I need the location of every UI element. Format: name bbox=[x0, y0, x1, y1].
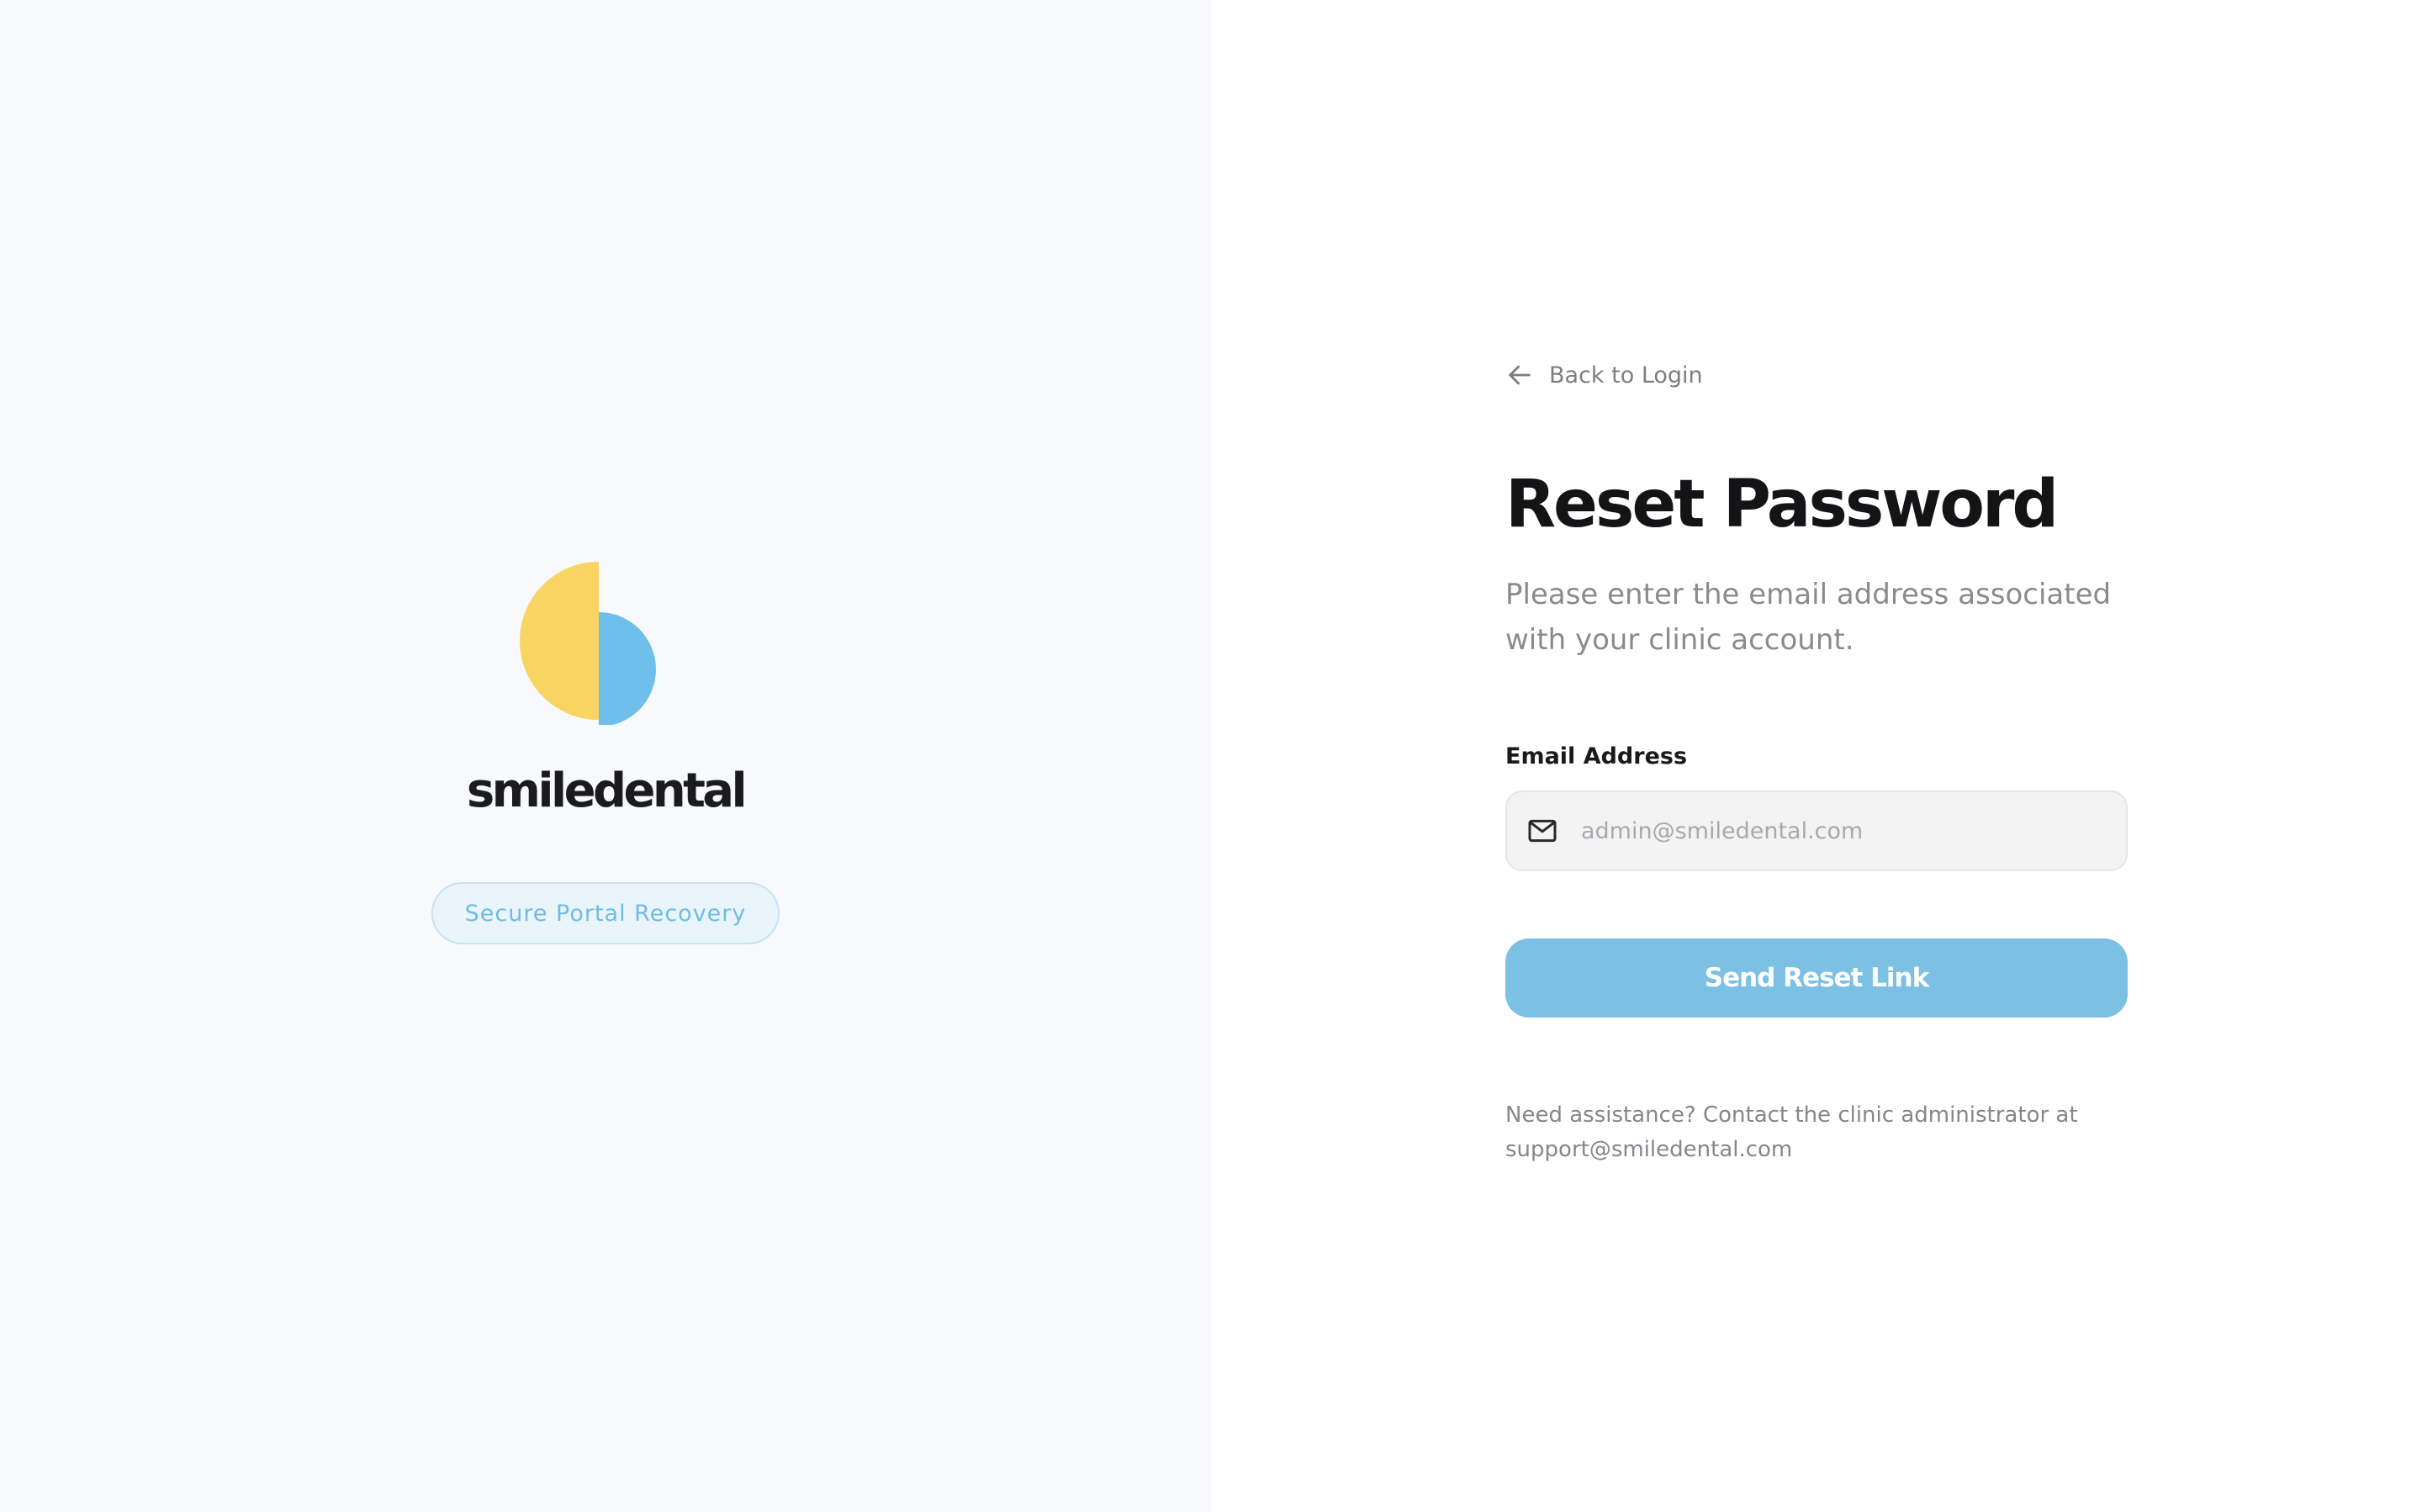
back-to-login-label: Back to Login bbox=[1549, 362, 1703, 389]
send-reset-link-button[interactable]: Send Reset Link bbox=[1505, 938, 2128, 1018]
email-field[interactable] bbox=[1505, 790, 2128, 871]
mail-icon bbox=[1528, 819, 1557, 843]
email-input[interactable] bbox=[1581, 806, 2102, 856]
email-field-label: Email Address bbox=[1505, 743, 1688, 769]
help-text: Need assistance? Contact the clinic admi… bbox=[1505, 1102, 2078, 1162]
page-title: Reset Password bbox=[1505, 467, 2059, 542]
page-subtitle: Please enter the email address associate… bbox=[1505, 578, 2112, 657]
back-to-login-link[interactable]: Back to Login bbox=[1505, 358, 1703, 392]
brand-panel: smiledental Secure Portal Recovery bbox=[0, 0, 1211, 1512]
arrow-left-icon bbox=[1509, 365, 1531, 385]
secure-portal-badge: Secure Portal Recovery bbox=[431, 882, 780, 944]
brand-name: smiledental bbox=[466, 764, 748, 818]
reset-password-page: smiledental Secure Portal Recovery Back … bbox=[0, 0, 2422, 1512]
smiledental-logo-icon bbox=[520, 562, 656, 725]
form-panel: Back to Login Reset Password Please ente… bbox=[1211, 0, 2422, 1512]
